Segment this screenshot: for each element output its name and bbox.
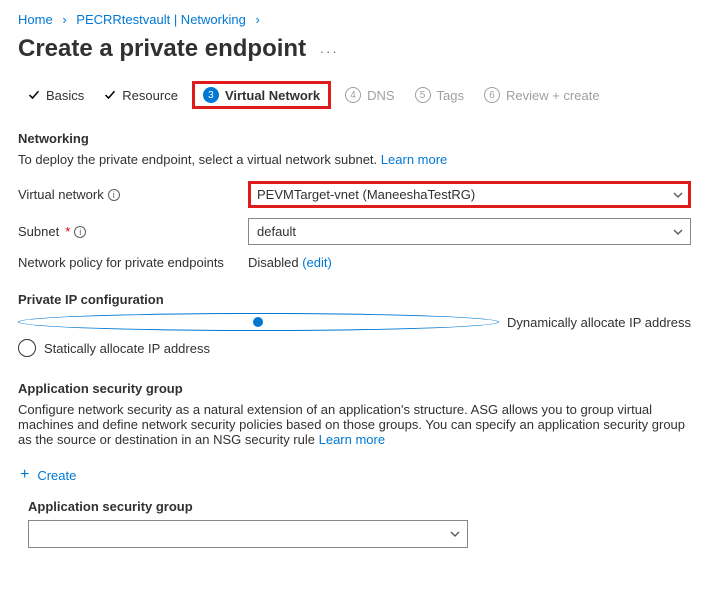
create-label: Create	[37, 468, 76, 483]
radio-unselected-icon	[18, 339, 36, 357]
radio-label: Dynamically allocate IP address	[507, 315, 691, 330]
virtual-network-label: Virtual network i	[18, 187, 248, 202]
breadcrumb: Home › PECRRtestvault | Networking ›	[18, 12, 691, 27]
asg-description: Configure network security as a natural …	[18, 402, 691, 447]
tab-label: Resource	[122, 88, 178, 103]
radio-label: Statically allocate IP address	[44, 341, 210, 356]
tab-label: DNS	[367, 88, 394, 103]
edit-policy-link[interactable]: (edit)	[302, 255, 332, 270]
tab-label: Tags	[437, 88, 464, 103]
networking-heading: Networking	[18, 131, 691, 146]
page-title: Create a private endpoint	[18, 35, 306, 63]
radio-dynamic-ip[interactable]: Dynamically allocate IP address	[18, 313, 691, 331]
chevron-right-icon: ›	[255, 12, 259, 27]
info-icon[interactable]: i	[108, 189, 120, 201]
tab-tags[interactable]: 5 Tags	[405, 81, 474, 109]
check-icon	[104, 89, 116, 101]
tab-dns[interactable]: 4 DNS	[335, 81, 404, 109]
radio-static-ip[interactable]: Statically allocate IP address	[18, 339, 691, 357]
ip-config-heading: Private IP configuration	[18, 292, 691, 307]
step-number-icon: 6	[484, 87, 500, 103]
breadcrumb-home[interactable]: Home	[18, 12, 53, 27]
check-icon	[28, 89, 40, 101]
step-number-icon: 3	[203, 87, 219, 103]
chevron-right-icon: ›	[62, 12, 66, 27]
tab-label: Basics	[46, 88, 84, 103]
learn-more-link[interactable]: Learn more	[319, 432, 385, 447]
step-number-icon: 5	[415, 87, 431, 103]
wizard-tabs: Basics Resource 3 Virtual Network 4 DNS …	[18, 81, 691, 109]
step-number-icon: 4	[345, 87, 361, 103]
info-icon[interactable]: i	[74, 226, 86, 238]
tab-label: Virtual Network	[225, 88, 320, 103]
network-policy-label: Network policy for private endpoints	[18, 255, 248, 270]
tab-virtual-network[interactable]: 3 Virtual Network	[192, 81, 331, 109]
network-policy-value: Disabled (edit)	[248, 255, 332, 270]
more-actions-button[interactable]: ···	[320, 44, 339, 59]
subnet-label: Subnet* i	[18, 224, 248, 239]
plus-icon: +	[20, 467, 29, 483]
radio-selected-icon	[18, 313, 499, 331]
tab-basics[interactable]: Basics	[18, 82, 94, 109]
tab-label: Review + create	[506, 88, 600, 103]
breadcrumb-vault-networking[interactable]: PECRRtestvault | Networking	[76, 12, 246, 27]
tab-resource[interactable]: Resource	[94, 82, 188, 109]
learn-more-link[interactable]: Learn more	[381, 152, 447, 167]
create-asg-button[interactable]: + Create	[18, 461, 691, 489]
tab-review-create[interactable]: 6 Review + create	[474, 81, 610, 109]
asg-dropdown[interactable]	[28, 520, 468, 548]
asg-heading: Application security group	[18, 381, 691, 396]
asg-sub-label: Application security group	[18, 499, 691, 514]
subnet-dropdown[interactable]: default	[248, 218, 691, 245]
networking-description: To deploy the private endpoint, select a…	[18, 152, 691, 167]
virtual-network-dropdown[interactable]: PEVMTarget-vnet (ManeeshaTestRG)	[248, 181, 691, 208]
